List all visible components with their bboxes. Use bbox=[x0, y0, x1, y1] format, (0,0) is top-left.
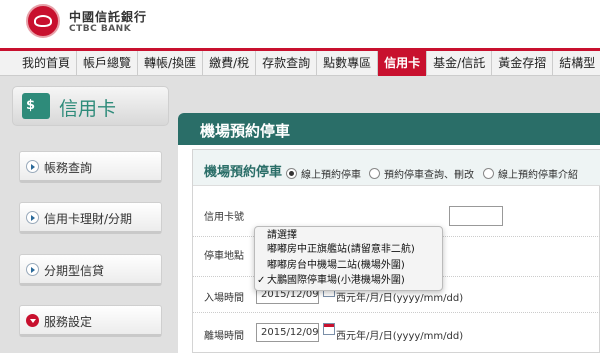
section-title: 機場預約停車 bbox=[204, 165, 283, 180]
section-header: 機場預約停車 線上預約停車 預約停車查詢、刪改 線上預約停車介紹 bbox=[193, 150, 600, 186]
nav-item-gold[interactable]: 黃金存摺 bbox=[492, 51, 554, 76]
radio-introduction[interactable] bbox=[483, 168, 494, 179]
exit-date-input[interactable]: 2015/12/09 bbox=[256, 323, 319, 342]
nav-item-deposits[interactable]: 存款查詢 bbox=[256, 51, 318, 76]
card-number-label: 信用卡號 bbox=[204, 212, 244, 223]
sidebar-item-label: 分期型信貸 bbox=[44, 264, 105, 278]
exit-time-row: 離場時間 2015/12/09 西元年/月/日(yyyy/mm/dd) bbox=[193, 313, 600, 353]
sidebar-item-settings[interactable]: 服務設定 bbox=[19, 305, 162, 337]
bank-building-icon: $ bbox=[22, 93, 50, 119]
arrow-circle-icon bbox=[26, 160, 39, 173]
nav-item-structured[interactable]: 結構型 bbox=[553, 51, 600, 76]
sidebar-item-label: 信用卡理財/分期 bbox=[44, 212, 133, 226]
main-nav: 我的首頁 帳戶總覽 轉帳/換匯 繳費/稅 存款查詢 點數專區 信用卡 基金/信託… bbox=[0, 48, 600, 76]
sidebar-header: $ 信用卡 bbox=[12, 86, 169, 126]
sidebar-item-loans[interactable]: 分期型信貸 bbox=[19, 254, 162, 286]
sidebar-item-label: 服務設定 bbox=[44, 315, 93, 329]
exit-date-hint: 西元年/月/日(yyyy/mm/dd) bbox=[336, 331, 464, 342]
header: 中國信託銀行 CTBC BANK bbox=[0, 0, 600, 48]
dropdown-option[interactable]: 請選擇 bbox=[255, 229, 442, 242]
radio-online-booking[interactable] bbox=[286, 168, 297, 179]
parking-location-dropdown[interactable]: 請選擇 嘟嘟房中正旗艦站(請留意非二航) 嘟嘟房台中機場二站(機場外圍) ✓ 大… bbox=[254, 226, 443, 291]
panel-title-bar: 機場預約停車 bbox=[178, 113, 600, 145]
dropdown-option[interactable]: 嘟嘟房中正旗艦站(請留意非二航) bbox=[255, 243, 442, 256]
radio-label-query-modify: 預約停車查詢、刪改 bbox=[384, 170, 474, 181]
nav-item-points[interactable]: 點數專區 bbox=[317, 51, 379, 76]
sidebar-title: 信用卡 bbox=[59, 98, 117, 120]
page-title: 機場預約停車 bbox=[200, 122, 291, 140]
checkmark-icon: ✓ bbox=[257, 275, 266, 286]
bank-name-cn: 中國信託銀行 bbox=[69, 10, 148, 24]
calendar-icon[interactable] bbox=[323, 323, 335, 335]
sidebar: $ 信用卡 帳務查詢 信用卡理財/分期 分期型信貸 服務設定 bbox=[0, 76, 175, 353]
nav-item-funds[interactable]: 基金/信託 bbox=[427, 51, 493, 76]
entry-time-label: 入場時間 bbox=[204, 293, 244, 304]
nav-item-payments[interactable]: 繳費/稅 bbox=[203, 51, 257, 76]
card-number-input[interactable] bbox=[449, 206, 503, 226]
arrow-circle-icon bbox=[26, 211, 39, 224]
ctbc-logo-icon[interactable] bbox=[26, 4, 60, 38]
location-label: 停車地點 bbox=[204, 251, 244, 262]
nav-item-home[interactable]: 我的首頁 bbox=[0, 51, 78, 76]
arrow-circle-icon bbox=[26, 263, 39, 276]
nav-item-transfer[interactable]: 轉帳/換匯 bbox=[138, 51, 204, 76]
chevron-down-circle-icon bbox=[26, 314, 39, 327]
radio-label-online-booking: 線上預約停車 bbox=[301, 170, 361, 181]
exit-time-label: 離場時間 bbox=[204, 331, 244, 342]
dropdown-option-label: 大鵬國際停車場(小港機場外圍) bbox=[267, 275, 405, 286]
radio-label-introduction: 線上預約停車介紹 bbox=[498, 170, 578, 181]
sidebar-item-billing[interactable]: 帳務查詢 bbox=[19, 151, 162, 183]
sidebar-item-label: 帳務查詢 bbox=[44, 161, 93, 175]
sidebar-item-installments[interactable]: 信用卡理財/分期 bbox=[19, 202, 162, 234]
dropdown-option-selected[interactable]: ✓ 大鵬國際停車場(小港機場外圍) bbox=[255, 274, 442, 287]
dropdown-option[interactable]: 嘟嘟房台中機場二站(機場外圍) bbox=[255, 259, 442, 272]
bank-name-en: CTBC BANK bbox=[69, 24, 132, 34]
radio-query-modify[interactable] bbox=[369, 168, 380, 179]
nav-item-accounts[interactable]: 帳戶總覽 bbox=[77, 51, 139, 76]
nav-item-credit-card[interactable]: 信用卡 bbox=[378, 51, 428, 76]
entry-date-hint: 西元年/月/日(yyyy/mm/dd) bbox=[336, 293, 464, 304]
